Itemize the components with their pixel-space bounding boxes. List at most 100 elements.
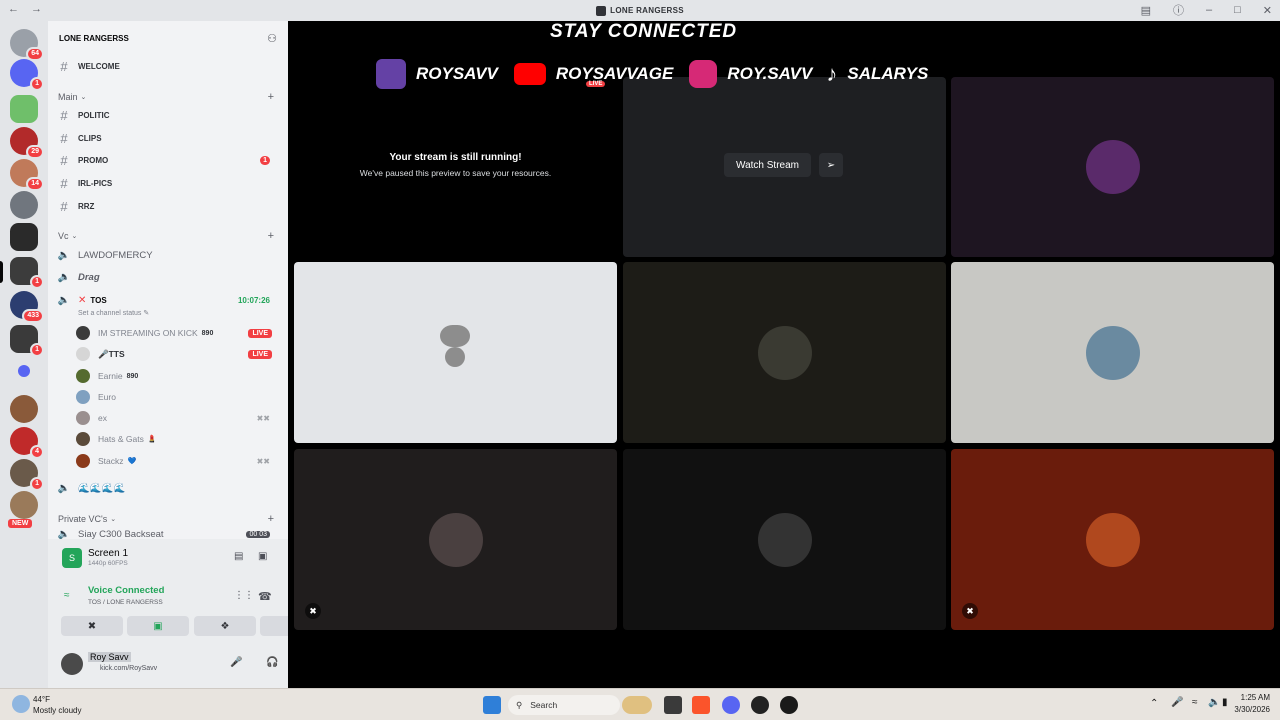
back-arrow-icon[interactable]: ← — [8, 3, 19, 15]
start-windows-icon[interactable] — [483, 696, 501, 714]
user-avatar[interactable] — [61, 653, 83, 675]
channel-politic[interactable]: # POLITIC — [56, 105, 280, 125]
channel-promo[interactable]: # PROMO 1 — [56, 150, 280, 170]
voice-channel-name: Siay C300 Backseat — [78, 528, 164, 540]
server-icon-8[interactable]: 1 — [10, 325, 44, 357]
user-status: kick.com/RoySavv — [100, 665, 158, 672]
search-label: Search — [530, 700, 558, 710]
stream-preview-tile[interactable]: Watch Stream ➢ — [623, 77, 946, 257]
category-private[interactable]: Private VC's ⌄ + — [58, 513, 276, 525]
server-icon-6[interactable] — [10, 223, 38, 251]
participant-tile[interactable]: ✖ — [294, 449, 617, 630]
minimize-icon[interactable]: – — [1206, 4, 1212, 16]
add-channel-icon[interactable]: + — [268, 230, 274, 242]
discord-taskbar-icon[interactable] — [722, 696, 740, 714]
hash-icon: # — [60, 152, 68, 168]
popout-icon[interactable]: ▤ — [234, 551, 243, 562]
participant-tile[interactable]: ✖ — [951, 449, 1274, 630]
weather-icon[interactable] — [12, 695, 30, 713]
add-channel-icon[interactable]: + — [268, 513, 274, 525]
server-icon-11[interactable]: 1 — [10, 459, 44, 491]
channel-welcome[interactable]: # WELCOME — [56, 56, 280, 76]
server-dot-icon[interactable] — [18, 365, 30, 377]
member-row[interactable]: IM STREAMING ON KICK 890 LIVE — [76, 324, 280, 342]
member-row[interactable]: Earnie 890 — [76, 367, 280, 385]
member-row[interactable]: ex ✖✖ — [76, 409, 280, 427]
clock-date[interactable]: 3/30/2026 — [1220, 705, 1270, 714]
channel-status[interactable]: Set a channel status ✎ — [78, 309, 149, 317]
taskbar-search[interactable]: ⚲ Search — [508, 695, 620, 715]
activities-button[interactable]: ❖ — [194, 616, 256, 636]
window-title-text: LONE RANGERSS — [610, 6, 684, 15]
close-icon[interactable]: ✕ — [1263, 4, 1272, 17]
add-member-icon[interactable]: ⚇ — [267, 32, 277, 45]
voice-channel-lawdofmercy[interactable]: 🔈 LAWDOFMERCY — [56, 245, 280, 265]
noise-suppression-icon[interactable]: ⋮⋮ — [234, 590, 254, 601]
clock-time[interactable]: 1:25 AM — [1230, 693, 1270, 702]
voice-channel-drag[interactable]: 🔈 Drag — [56, 267, 280, 287]
participant-tile[interactable] — [623, 262, 946, 443]
task-view-icon[interactable] — [664, 696, 682, 714]
server-icon-active[interactable]: 1 — [10, 257, 44, 289]
live-badge: LIVE — [248, 349, 272, 359]
media-player-icon[interactable] — [780, 696, 798, 714]
channel-rrz[interactable]: # RRZ — [56, 196, 280, 216]
server-icon-4[interactable]: 14 — [10, 159, 44, 191]
discord-home-icon[interactable]: 1 — [10, 59, 44, 91]
disconnect-icon[interactable]: ☎ — [258, 590, 272, 603]
server-icon-12[interactable] — [10, 491, 38, 519]
channel-irl-pics[interactable]: # IRL-PICS — [56, 173, 280, 193]
member-row[interactable]: Stackz 💙 ✖✖ — [76, 452, 280, 470]
paused-stream-tile[interactable]: Your stream is still running! We've paus… — [294, 77, 617, 257]
participant-tile[interactable] — [623, 449, 946, 630]
channel-clips[interactable]: # CLIPS — [56, 128, 280, 148]
headphones-icon[interactable]: 🎧 — [266, 657, 278, 668]
participant-tile[interactable] — [951, 262, 1274, 443]
screen-share-icon: ▣ — [153, 620, 163, 632]
add-channel-icon[interactable]: + — [268, 91, 274, 103]
signal-icon[interactable]: ≈ — [64, 590, 70, 601]
category-vc[interactable]: Vc ⌄ + — [58, 230, 276, 242]
stop-stream-icon[interactable]: ▣ — [258, 551, 267, 562]
watch-popout-icon[interactable]: ➢ — [819, 153, 843, 177]
member-row[interactable]: Hats & Gats 💄 — [76, 430, 280, 448]
voice-channel-waves[interactable]: 🔈 🌊🌊🌊🌊 — [56, 478, 280, 498]
category-main[interactable]: Main ⌄ + — [58, 91, 276, 103]
server-icon-10[interactable]: 4 — [10, 427, 44, 459]
server-icon-1[interactable]: 64 — [10, 29, 44, 61]
server-icon-7[interactable]: 433 — [10, 291, 44, 323]
brave-browser-icon[interactable] — [692, 696, 710, 714]
forward-arrow-icon[interactable]: → — [31, 3, 42, 15]
help-icon[interactable]: ⓘ — [1173, 2, 1184, 18]
server-icon-3[interactable]: 29 — [10, 127, 44, 159]
volume-icon[interactable]: 🔈 — [1208, 697, 1220, 708]
microphone-icon[interactable]: 🎤 — [230, 657, 242, 668]
watch-stream-button[interactable]: Watch Stream — [724, 153, 811, 177]
avatar — [76, 454, 90, 468]
microphone-tray-icon[interactable]: 🎤 — [1171, 697, 1183, 708]
camera-button[interactable]: ✖ — [61, 616, 123, 636]
wifi-icon[interactable]: ≈ — [1192, 697, 1198, 708]
server-icon-2[interactable] — [10, 95, 38, 123]
screen-share-button[interactable]: ▣ — [127, 616, 189, 636]
inbox-icon[interactable]: ▤ — [1141, 4, 1151, 17]
member-row[interactable]: 🎤TTS LIVE — [76, 345, 280, 363]
member-row[interactable]: Euro — [76, 388, 280, 406]
hash-icon: # — [60, 58, 68, 74]
chevron-down-icon: ⌄ — [80, 94, 87, 101]
voice-channel-path[interactable]: TOS / LONE RANGERSS — [88, 599, 163, 606]
user-name: Roy Savv — [88, 652, 131, 662]
obs-icon[interactable] — [751, 696, 769, 714]
server-icon-5[interactable] — [10, 191, 38, 219]
maximize-icon[interactable]: □ — [1234, 4, 1241, 16]
channel-name: IRL-PICS — [78, 178, 113, 188]
screen-share-icon: S — [62, 548, 82, 568]
guild-header[interactable]: LONE RANGERSS ⚇ — [48, 21, 288, 55]
participant-tile[interactable] — [294, 262, 617, 443]
voice-channel-tos[interactable]: 🔈 ✕ TOS 10:07:26 — [56, 290, 280, 310]
chevron-up-icon[interactable]: ⌃ — [1150, 698, 1158, 709]
server-icon-9[interactable] — [10, 395, 38, 423]
participant-tile[interactable] — [951, 77, 1274, 257]
widget-icon[interactable] — [622, 696, 652, 714]
participant-avatar — [757, 325, 812, 380]
